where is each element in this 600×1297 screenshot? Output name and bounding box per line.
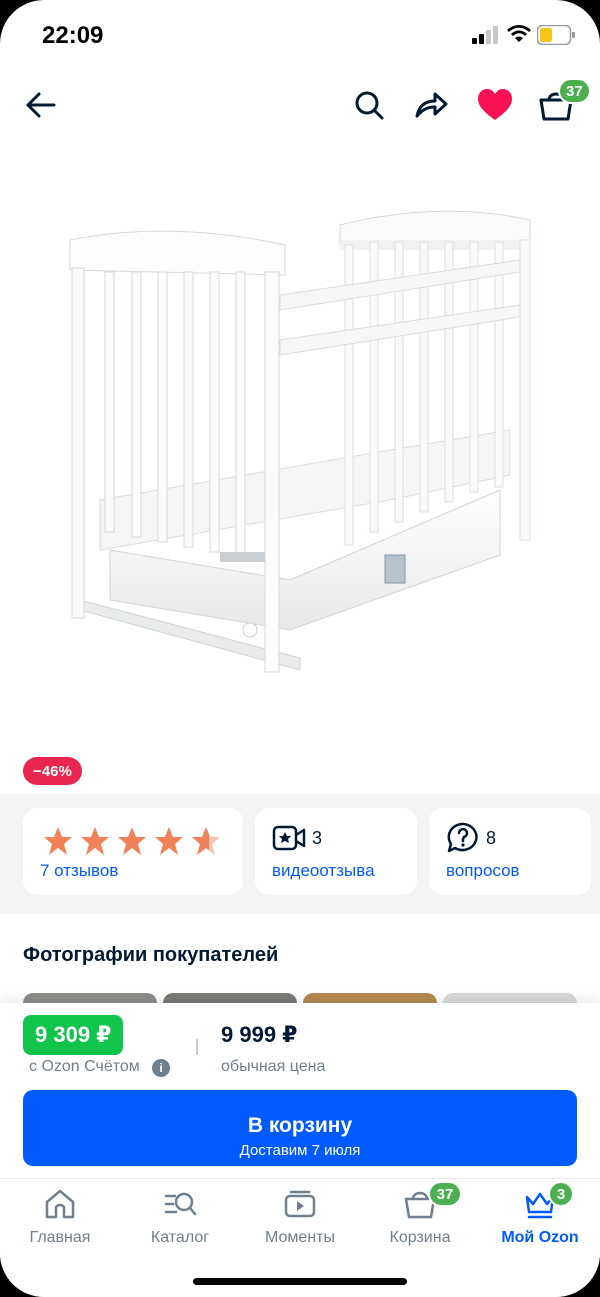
product-image[interactable] [60,200,540,680]
catalog-icon [164,1192,197,1216]
ozon-card-price-note: с Ozon Счётом [29,1058,140,1075]
regular-price: 9 999 ₽ [221,1022,298,1047]
star-icon [118,827,146,855]
questions-card[interactable]: 8 вопросов [429,808,591,895]
delivery-date: Доставим 7 июля [239,1141,361,1159]
status-bar: 22:09 [0,0,600,70]
star-icon [155,827,183,855]
tab-moments[interactable]: Моменты [240,1179,360,1259]
regular-price-note: обычная цена [221,1058,326,1075]
moments-icon [284,1190,316,1218]
add-to-cart-label: В корзину [247,1113,353,1137]
customer-photos-title: Фотографии покупателей [23,944,279,966]
tab-my-ozon-label: Мой Ozon [501,1229,579,1246]
tab-my-ozon[interactable]: 3 Мой Ozon [480,1179,600,1259]
tab-home-label: Главная [29,1229,91,1246]
tab-cart[interactable]: 37 Корзина [360,1179,480,1259]
ozon-card-price: 9 309 ₽ [23,1015,124,1055]
heart-icon[interactable] [476,88,514,122]
search-icon[interactable] [352,88,386,122]
reviews-link[interactable]: 7 отзывов [40,861,118,881]
add-to-cart-button[interactable]: В корзину Доставим 7 июля [23,1090,577,1166]
videos-link[interactable]: видеоотзыва [272,861,375,881]
questions-link[interactable]: вопросов [446,861,520,881]
star-icon [44,827,72,855]
screen: 22:09 37 −46% 7 отзывов 3 видеоотзыва 8 … [0,0,600,1297]
tab-catalog-label: Каталог [150,1229,210,1246]
cellular-signal-icon [472,26,498,44]
tab-cart-label: Корзина [389,1229,451,1246]
tab-catalog[interactable]: Каталог [120,1179,240,1259]
top-navigation: 37 [0,78,600,130]
video-review-icon [272,825,306,851]
question-bubble-icon [447,822,478,853]
status-time: 22:09 [42,22,104,49]
half-star-icon [192,827,220,855]
rating-card[interactable]: 7 отзывов [23,808,243,895]
videos-count: 3 [312,828,323,848]
home-indicator[interactable] [193,1278,407,1285]
price-divider [196,1039,198,1055]
discount-badge: −46% [23,757,82,785]
videos-card[interactable]: 3 видеоотзыва [255,808,417,895]
share-icon[interactable] [413,88,449,122]
tab-moments-label: Моменты [265,1229,335,1246]
home-icon [45,1189,75,1219]
tab-my-ozon-badge: 3 [548,1181,574,1207]
star-icon [81,827,109,855]
info-icon[interactable]: i [152,1059,170,1077]
battery-icon [537,25,575,45]
questions-count: 8 [486,828,497,848]
back-arrow-icon[interactable] [24,88,58,122]
cart-count-badge: 37 [558,78,591,104]
tab-cart-badge: 37 [428,1181,462,1207]
wifi-icon [507,25,531,42]
tab-home[interactable]: Главная [0,1179,120,1259]
